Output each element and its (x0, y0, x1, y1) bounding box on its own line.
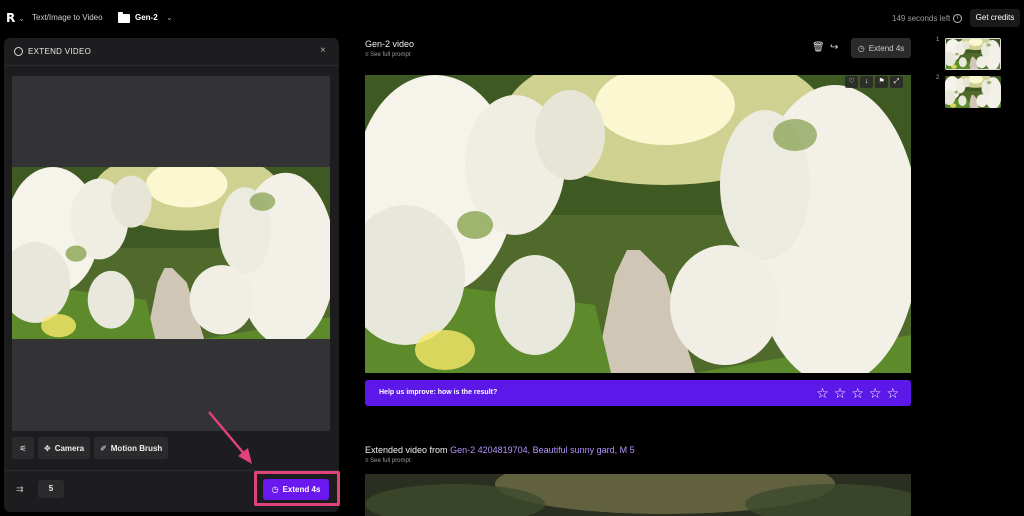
star-icon[interactable]: ☆ (886, 385, 899, 401)
extended-prefix: Extended video from (365, 445, 451, 455)
duration-icon: ⇉ (16, 484, 24, 494)
see-full-prompt-link[interactable]: ≡ See full prompt (365, 458, 411, 464)
motion-brush-label: Motion Brush (110, 443, 163, 453)
preview-image (12, 167, 330, 339)
heart-icon[interactable]: ♡ (845, 76, 858, 88)
star-icon[interactable]: ☆ (834, 385, 847, 401)
top-bar: R ⌄ Text/Image to Video Gen-2 ⌄ 149 seco… (0, 0, 1024, 36)
app-logo: R (6, 11, 16, 25)
settings-button[interactable]: ⚟ (12, 437, 34, 459)
project-name[interactable]: Gen-2 (135, 13, 158, 22)
share-icon[interactable]: ↪ (830, 42, 838, 53)
thumb-number: 1 (936, 37, 940, 43)
extended-video-title: Extended video from Gen-2 4204819704, Be… (365, 445, 635, 455)
chevron-down-icon[interactable]: ⌄ (166, 13, 173, 22)
timer-icon: ◷ (271, 485, 279, 494)
breadcrumb[interactable]: Text/Image to Video (32, 13, 103, 22)
info-icon[interactable]: i (953, 14, 962, 23)
star-icon[interactable]: ☆ (851, 385, 864, 401)
see-full-prompt-link[interactable]: ≡ See full prompt (365, 52, 411, 58)
feedback-text: Help us improve: how is the result? (379, 389, 498, 396)
folder-icon (118, 12, 130, 23)
pointer-arrow (208, 411, 252, 464)
camera-label: Camera (54, 443, 85, 453)
extend-4s-label: Extend 4s (868, 43, 905, 53)
panel-header: EXTEND VIDEO × (4, 38, 339, 66)
star-icon[interactable]: ☆ (816, 385, 829, 401)
extend-button[interactable]: ◷ Extend 4s (263, 479, 329, 500)
download-icon[interactable]: ↓ (860, 76, 873, 88)
star-rating: ☆ ☆ ☆ ☆ ☆ (816, 385, 899, 401)
app-menu[interactable]: R ⌄ (6, 11, 25, 25)
see-prompt-label: See full prompt (370, 52, 411, 58)
video-title: Gen-2 video (365, 39, 415, 49)
get-credits-button[interactable]: Get credits (970, 9, 1020, 27)
duration-field[interactable]: 5 (38, 480, 64, 498)
thumb-number: 2 (936, 75, 940, 81)
panel-title: EXTEND VIDEO (28, 47, 92, 56)
tool-row: ⚟ ✥ Camera ✐ Motion Brush (12, 437, 169, 459)
thumbnail-2[interactable] (945, 76, 1001, 108)
feedback-bar: Help us improve: how is the result? ☆ ☆ … (365, 380, 911, 406)
source-video-link[interactable]: Gen-2 4204819704, Beautiful sunny gard, … (450, 445, 635, 455)
extend-video-panel: EXTEND VIDEO × ⚟ ✥ Camera ✐ Motion Brush… (4, 38, 339, 512)
trash-icon[interactable]: 🗑 (812, 42, 825, 53)
thumbnail-1[interactable] (945, 38, 1001, 70)
expand-icon[interactable]: ⤢ (890, 76, 903, 88)
extend-button-label: Extend 4s (282, 485, 321, 494)
timer-icon (14, 47, 23, 56)
motion-brush-button[interactable]: ✐ Motion Brush (94, 437, 169, 459)
close-icon[interactable]: × (320, 45, 326, 56)
camera-move-icon: ✥ (44, 443, 51, 453)
sliders-icon: ⚟ (19, 443, 27, 453)
main-video[interactable] (365, 75, 911, 373)
see-prompt-label: See full prompt (370, 458, 411, 464)
camera-button[interactable]: ✥ Camera (38, 437, 91, 459)
extended-video[interactable] (365, 474, 911, 516)
video-preview (12, 76, 330, 431)
brush-icon: ✐ (100, 443, 107, 453)
seconds-left: 149 seconds left (892, 14, 951, 23)
flag-icon[interactable]: ⚑ (875, 76, 888, 88)
chevron-down-icon: ⌄ (18, 13, 25, 23)
timer-icon: ◷ (857, 43, 865, 53)
star-icon[interactable]: ☆ (869, 385, 882, 401)
extend-4s-button[interactable]: ◷ Extend 4s (851, 38, 911, 58)
video-actions: ♡ ↓ ⚑ ⤢ (845, 76, 903, 88)
